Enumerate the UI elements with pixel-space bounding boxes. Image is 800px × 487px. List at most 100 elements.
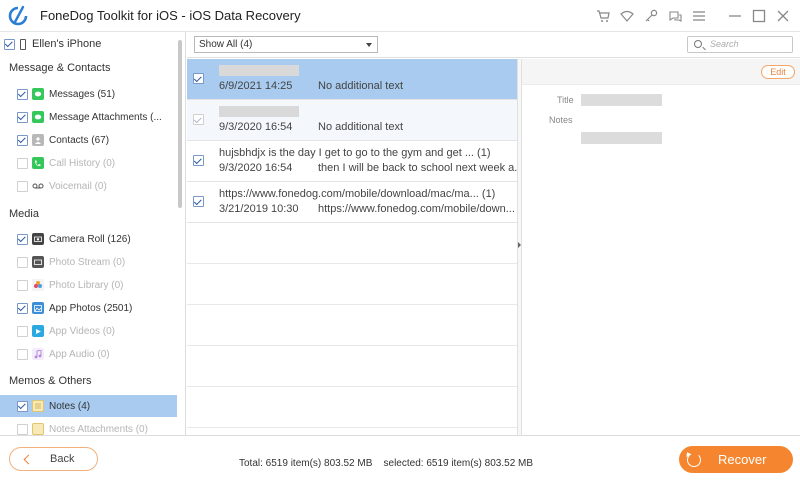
device-label: Ellen's iPhone — [32, 38, 102, 50]
sidebar-item-photo-library[interactable]: Photo Library (0) — [0, 274, 177, 296]
list-toolbar: Show All (4) Search — [187, 32, 800, 58]
search-icon — [694, 40, 702, 48]
sidebar-item-label: Notes Attachments (0) — [49, 423, 148, 435]
note-date: 6/9/2021 14:25 — [219, 80, 293, 92]
note-date: 3/21/2019 10:30 — [219, 203, 299, 215]
collapse-arrow-icon[interactable] — [518, 242, 521, 248]
list-item[interactable]: https://www.fonedog.com/mobile/download/… — [187, 182, 517, 223]
sidebar-item-app-audio[interactable]: App Audio (0) — [0, 343, 177, 365]
notes-icon — [32, 400, 44, 412]
sidebar-item-voicemail[interactable]: Voicemail (0) — [0, 175, 177, 197]
back-button[interactable]: Back — [9, 447, 98, 471]
app-videos-checkbox[interactable] — [17, 325, 28, 337]
note-preview: No additional text — [318, 121, 403, 133]
voicemail-checkbox[interactable] — [17, 180, 28, 192]
contacts-checkbox[interactable] — [17, 134, 28, 146]
row-checkbox[interactable] — [193, 155, 204, 166]
category-sidebar: Ellen's iPhone Message & Contacts Messag… — [0, 32, 186, 435]
note-title-blurred — [219, 106, 299, 120]
sidebar-item-label: Notes (4) — [49, 400, 91, 412]
section-title-memos-others: Memos & Others — [9, 375, 92, 387]
close-icon[interactable] — [774, 7, 792, 25]
call-history-checkbox[interactable] — [17, 157, 28, 169]
sidebar-item-message-attachments[interactable]: Message Attachments (... — [0, 106, 177, 128]
sidebar-item-app-videos[interactable]: App Videos (0) — [0, 320, 177, 342]
search-input[interactable]: Search — [687, 36, 793, 53]
notes-checkbox[interactable] — [17, 400, 28, 412]
messages-icon — [32, 88, 44, 100]
sidebar-item-label: Message Attachments (... — [49, 111, 162, 123]
sidebar-item-label: App Audio (0) — [49, 348, 110, 360]
title-label: Title — [557, 95, 574, 105]
edit-button[interactable]: Edit — [761, 65, 795, 79]
list-item[interactable]: hujsbhdjx is the day I get to go to the … — [187, 141, 517, 182]
note-title-blurred — [219, 65, 299, 79]
sidebar-item-call-history[interactable]: Call History (0) — [0, 152, 177, 174]
sidebar-item-label: Camera Roll (126) — [49, 233, 131, 245]
message-attachments-icon — [32, 111, 44, 123]
app-title: FoneDog Toolkit for iOS - iOS Data Recov… — [40, 8, 301, 23]
device-row[interactable]: Ellen's iPhone — [4, 37, 101, 51]
recover-button[interactable]: Recover — [679, 446, 793, 473]
sidebar-item-app-photos[interactable]: App Photos (2501) — [0, 297, 177, 319]
list-item[interactable]: 6/9/2021 14:25 No additional text — [187, 59, 517, 100]
photo-library-icon — [32, 279, 44, 291]
empty-row — [187, 223, 517, 264]
empty-row — [187, 264, 517, 305]
note-date: 9/3/2020 16:54 — [219, 162, 293, 174]
sidebar-scrollbar[interactable] — [178, 40, 182, 208]
detail-pane: Edit Title Notes — [522, 59, 800, 435]
call-history-icon — [32, 157, 44, 169]
app-audio-checkbox[interactable] — [17, 348, 28, 360]
sidebar-item-label: App Photos (2501) — [49, 302, 133, 314]
contacts-icon — [32, 134, 44, 146]
empty-row — [187, 305, 517, 346]
sidebar-item-label: App Videos (0) — [49, 325, 115, 337]
sidebar-item-notes-attachments[interactable]: Notes Attachments (0) — [0, 418, 177, 435]
sidebar-item-label: Photo Library (0) — [49, 279, 124, 291]
bottom-bar: Back Total: 6519 item(s) 803.52 MB selec… — [0, 435, 800, 487]
message-attachments-checkbox[interactable] — [17, 111, 28, 123]
photo-stream-checkbox[interactable] — [17, 256, 28, 268]
wifi-icon[interactable] — [618, 7, 636, 25]
sidebar-item-messages[interactable]: Messages (51) — [0, 83, 177, 105]
iphone-icon — [20, 38, 26, 50]
row-checkbox[interactable] — [193, 114, 204, 125]
notes-label: Notes — [549, 115, 573, 125]
row-checkbox[interactable] — [193, 196, 204, 207]
chat-icon[interactable] — [666, 7, 684, 25]
note-title: https://www.fonedog.com/mobile/download/… — [219, 188, 496, 200]
show-filter-value: Show All (4) — [199, 39, 253, 50]
sidebar-item-camera-roll[interactable]: Camera Roll (126) — [0, 228, 177, 250]
notes-attachments-checkbox[interactable] — [17, 423, 28, 435]
empty-row — [187, 346, 517, 387]
sidebar-item-label: Voicemail (0) — [49, 180, 107, 192]
photo-stream-icon — [32, 256, 44, 268]
messages-checkbox[interactable] — [17, 88, 28, 100]
sidebar-item-label: Call History (0) — [49, 157, 116, 169]
sidebar-item-label: Messages (51) — [49, 88, 116, 100]
cart-icon[interactable] — [594, 7, 612, 25]
sidebar-item-photo-stream[interactable]: Photo Stream (0) — [0, 251, 177, 273]
chevron-left-icon — [23, 454, 34, 464]
empty-row — [187, 387, 517, 428]
key-icon[interactable] — [642, 7, 660, 25]
maximize-icon[interactable] — [750, 7, 768, 25]
title-value-blurred — [581, 94, 662, 106]
minimize-icon[interactable] — [726, 7, 744, 25]
device-checkbox[interactable] — [4, 38, 15, 50]
sidebar-item-notes[interactable]: Notes (4) — [0, 395, 177, 417]
back-label: Back — [50, 453, 75, 465]
row-checkbox[interactable] — [193, 73, 204, 84]
list-item[interactable]: 9/3/2020 16:54 No additional text — [187, 100, 517, 141]
camera-roll-icon — [32, 233, 44, 245]
voicemail-icon — [32, 180, 44, 192]
camera-roll-checkbox[interactable] — [17, 233, 28, 245]
app-photos-icon — [32, 302, 44, 314]
note-date: 9/3/2020 16:54 — [219, 121, 293, 133]
menu-icon[interactable] — [690, 7, 708, 25]
photo-library-checkbox[interactable] — [17, 279, 28, 291]
sidebar-item-contacts[interactable]: Contacts (67) — [0, 129, 177, 151]
show-filter-dropdown[interactable]: Show All (4) — [194, 36, 378, 53]
app-photos-checkbox[interactable] — [17, 302, 28, 314]
